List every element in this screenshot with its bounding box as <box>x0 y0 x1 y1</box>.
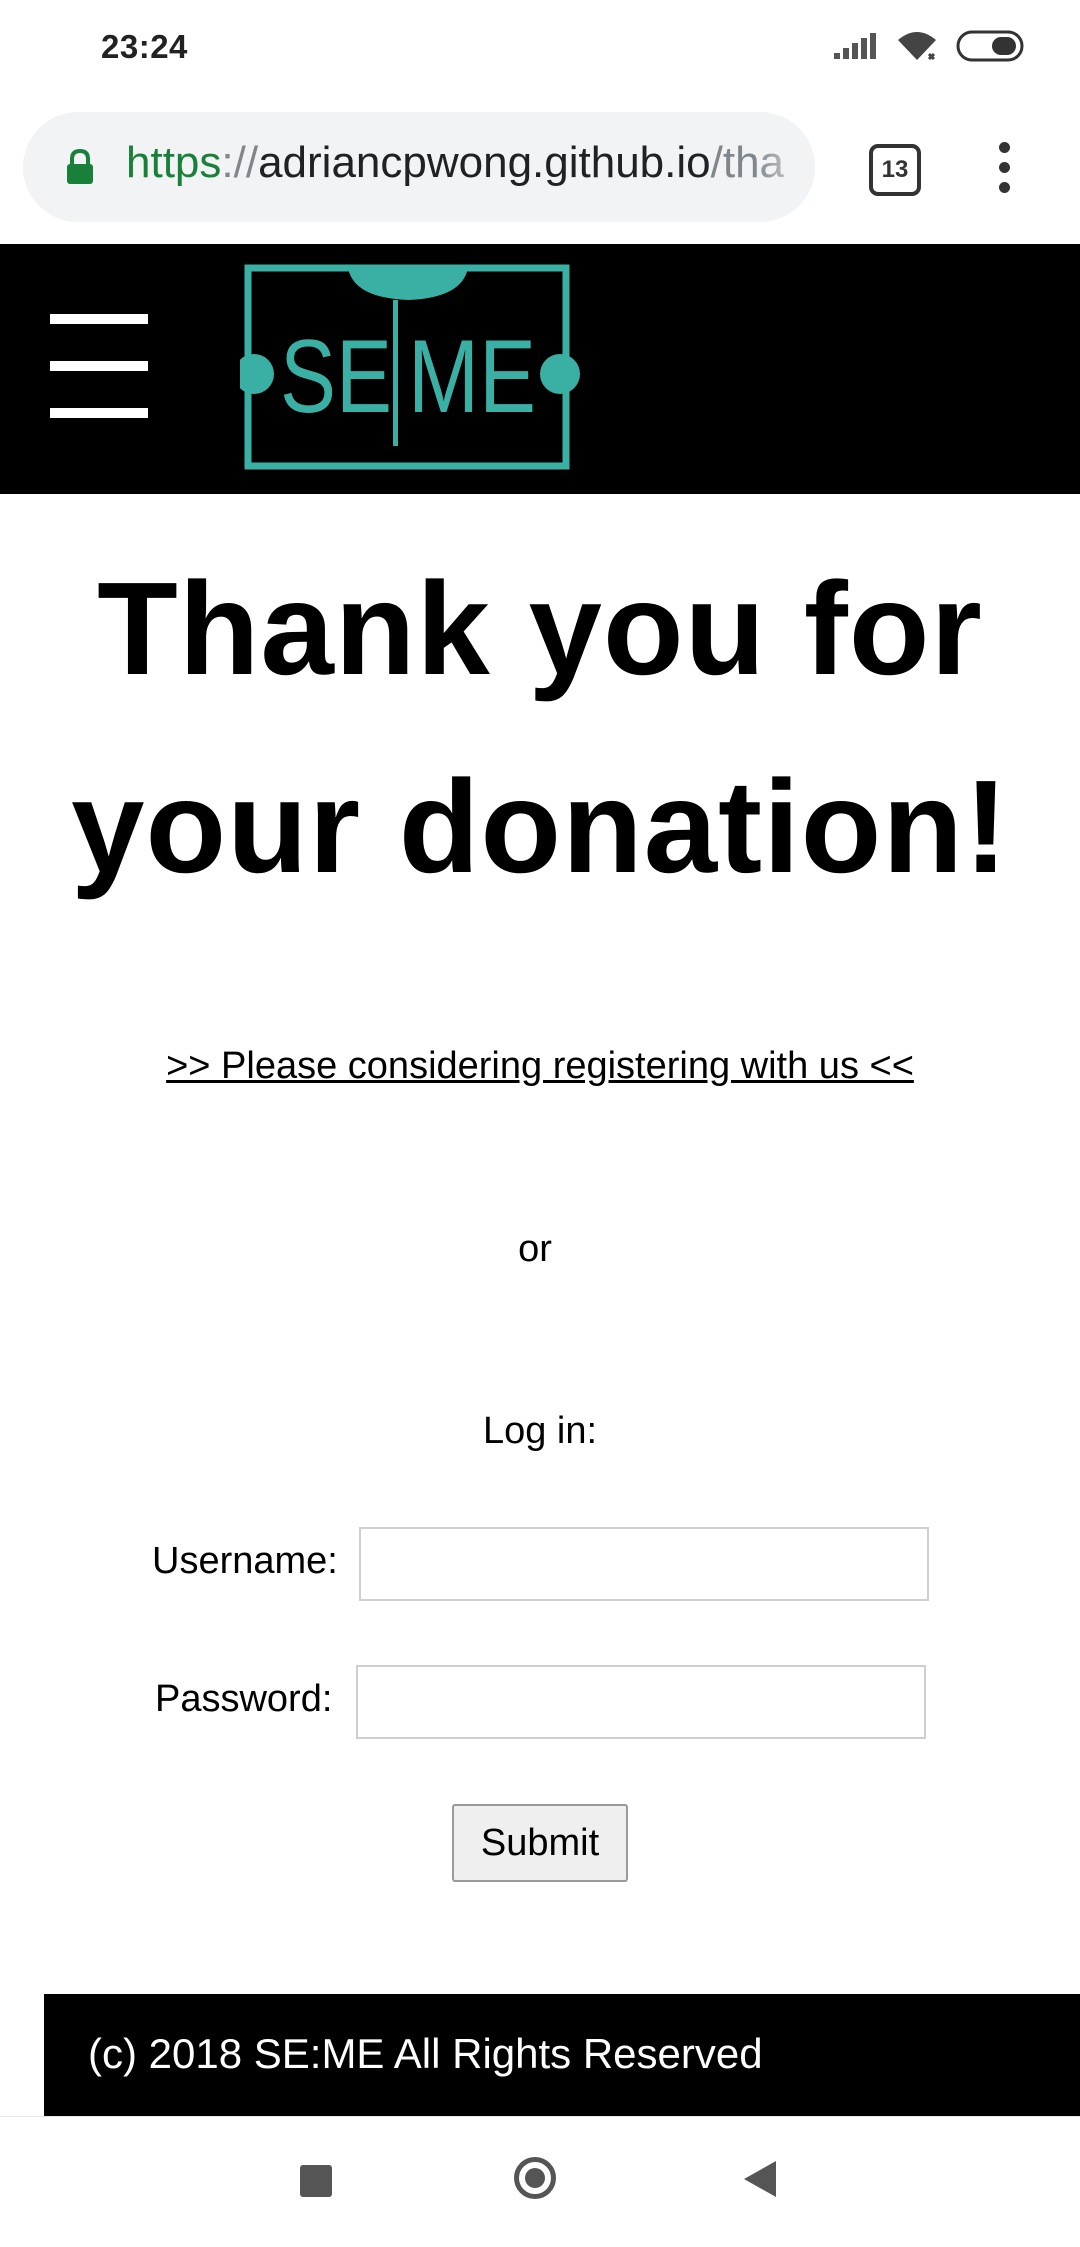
site-footer: (c) 2018 SE:ME All Rights Reserved <box>44 1994 1080 2116</box>
url-fade <box>755 112 815 222</box>
more-options-icon[interactable] <box>993 142 1015 198</box>
username-label: Username: <box>152 1540 338 1582</box>
tab-switcher-button[interactable]: 13 <box>869 144 921 196</box>
back-icon[interactable] <box>744 2161 776 2197</box>
password-field[interactable] <box>356 1665 926 1739</box>
seme-logo[interactable]: SE ME <box>240 264 580 470</box>
status-icons <box>834 30 1024 62</box>
title-line-1: Thank you for <box>97 555 983 702</box>
url-scheme: https <box>126 138 222 187</box>
username-field[interactable] <box>359 1527 929 1601</box>
title-line-2: your donation! <box>71 753 1009 900</box>
lock-icon <box>67 148 93 184</box>
svg-text:ME: ME <box>408 319 536 435</box>
wifi-icon <box>898 32 936 61</box>
hamburger-menu-icon[interactable] <box>50 314 148 418</box>
url-separator: :// <box>221 138 259 187</box>
browser-toolbar: https://adriancpwong.github.io/tha 13 <box>0 100 1080 244</box>
battery-icon <box>956 30 1024 62</box>
or-text: or <box>518 1228 552 1270</box>
home-icon[interactable] <box>514 2157 556 2199</box>
login-heading: Log in: <box>482 1410 598 1452</box>
url-host: adriancpwong.github.io <box>258 138 711 187</box>
submit-button[interactable]: Submit <box>452 1804 628 1882</box>
url-bar[interactable]: https://adriancpwong.github.io/tha <box>23 112 815 222</box>
site-header: SE ME <box>0 244 1080 494</box>
status-time: 23:24 <box>101 28 188 65</box>
password-label: Password: <box>155 1678 333 1720</box>
url-text[interactable]: https://adriancpwong.github.io/tha <box>126 138 784 188</box>
svg-text:SE: SE <box>280 319 392 435</box>
status-bar: 23:24 <box>0 0 1080 100</box>
system-nav-bar <box>0 2116 1080 2247</box>
register-link[interactable]: >> Please considering registering with u… <box>0 1045 1080 1088</box>
recent-apps-icon[interactable] <box>300 2165 332 2197</box>
footer-copyright: (c) 2018 SE:ME All Rights Reserved <box>88 2030 763 2077</box>
page-title: Thank you for your donation! <box>0 530 1080 926</box>
signal-icon <box>834 33 876 59</box>
